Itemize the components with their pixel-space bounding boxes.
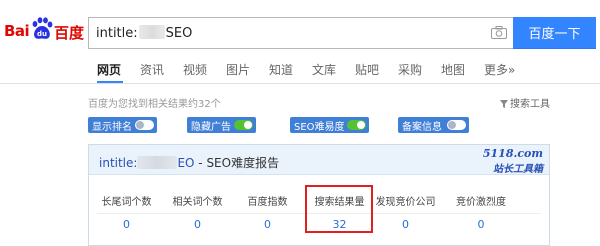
filter-icon <box>500 100 508 108</box>
highlight-box <box>305 185 373 233</box>
baidu-results-page: Bai du 百度 intitle: SEO 百度一下 网页 资讯 视频 图片 知… <box>0 0 600 246</box>
tab-news[interactable]: 资讯 <box>140 61 164 78</box>
logo-paw-text: du <box>37 30 47 38</box>
search-input[interactable]: intitle: SEO <box>88 17 513 49</box>
toggle-show-rank[interactable]: 显示排名 <box>88 117 157 133</box>
metric-value[interactable]: 0 <box>234 218 301 231</box>
tab-map[interactable]: 地图 <box>441 61 465 78</box>
metric-value[interactable]: 0 <box>439 218 523 231</box>
toggle-icp-info[interactable]: 备案信息 <box>398 117 469 133</box>
logo-text-latin: Bai <box>4 22 30 40</box>
report-title-suffix: EO <box>177 156 195 170</box>
report-header: intitle: EO - SEO难度报告 5118.com 站长工具箱 <box>89 145 549 175</box>
tab-video[interactable]: 视频 <box>183 61 207 78</box>
switch-off[interactable] <box>135 120 154 130</box>
metric-label: 竞价激烈度 <box>456 197 506 208</box>
report-title-prefix: intitle: <box>99 156 138 170</box>
toggle-seo-difficulty[interactable]: SEO难易度 <box>290 117 369 133</box>
baidu-logo[interactable]: Bai du 百度 <box>4 14 84 48</box>
search-button[interactable]: 百度一下 <box>513 17 596 49</box>
report-title-redacted <box>137 156 178 169</box>
toggle-seo-difficulty-label: SEO难易度 <box>294 121 345 133</box>
toggle-show-rank-label: 显示排名 <box>92 121 132 133</box>
switch-off[interactable] <box>447 120 466 130</box>
tab-zhidao[interactable]: 知道 <box>269 61 293 78</box>
query-prefix: intitle: <box>96 26 138 41</box>
tab-more[interactable]: 更多» <box>484 61 515 78</box>
metric-label: 长尾词个数 <box>101 197 152 208</box>
camera-icon[interactable] <box>491 26 507 39</box>
metric-label: 相关词个数 <box>172 197 223 208</box>
query-redacted <box>138 25 165 39</box>
logo-text-chinese: 百度 <box>54 24 85 42</box>
search-tools-label: 搜索工具 <box>510 99 550 110</box>
tab-web[interactable]: 网页 <box>97 61 121 78</box>
active-tab-indicator <box>97 81 123 83</box>
tab-wenku[interactable]: 文库 <box>312 61 336 78</box>
report-title-tail: - SEO难度报告 <box>194 156 280 170</box>
metric-value[interactable]: 0 <box>93 218 160 231</box>
seo-report-card: intitle: EO - SEO难度报告 5118.com 站长工具箱 长尾词个… <box>88 144 550 246</box>
brand-subtitle: 站长工具箱 <box>493 164 543 175</box>
toggle-hide-ads[interactable]: 隐藏广告 <box>187 117 256 133</box>
tab-caigou[interactable]: 采购 <box>398 61 422 78</box>
brand-site: 5118.com <box>482 147 543 160</box>
tab-tieba[interactable]: 贴吧 <box>355 61 379 78</box>
metric-value[interactable]: 0 <box>164 218 231 231</box>
metric-value[interactable]: 0 <box>372 218 439 231</box>
toggle-hide-ads-label: 隐藏广告 <box>191 121 231 133</box>
brand-5118-logo[interactable]: 5118.com 站长工具箱 <box>483 147 543 175</box>
query-suffix: SEO <box>165 26 193 41</box>
search-tools-button[interactable]: 搜索工具 <box>500 95 550 110</box>
baidu-paw-icon: du <box>32 17 53 39</box>
switch-on[interactable] <box>347 120 366 130</box>
result-count: 百度为您找到相关结果约32个 <box>88 99 221 110</box>
metric-label: 百度指数 <box>247 197 288 208</box>
toggle-icp-info-label: 备案信息 <box>402 121 442 133</box>
switch-on[interactable] <box>234 120 253 130</box>
search-tabs: 网页 资讯 视频 图片 知道 文库 贴吧 采购 地图 更多» <box>0 52 600 84</box>
report-title: intitle: EO - SEO难度报告 <box>99 154 279 171</box>
metric-label: 发现竞价公司 <box>375 197 436 208</box>
search-query: intitle: SEO <box>96 25 192 41</box>
tab-images[interactable]: 图片 <box>226 61 250 78</box>
